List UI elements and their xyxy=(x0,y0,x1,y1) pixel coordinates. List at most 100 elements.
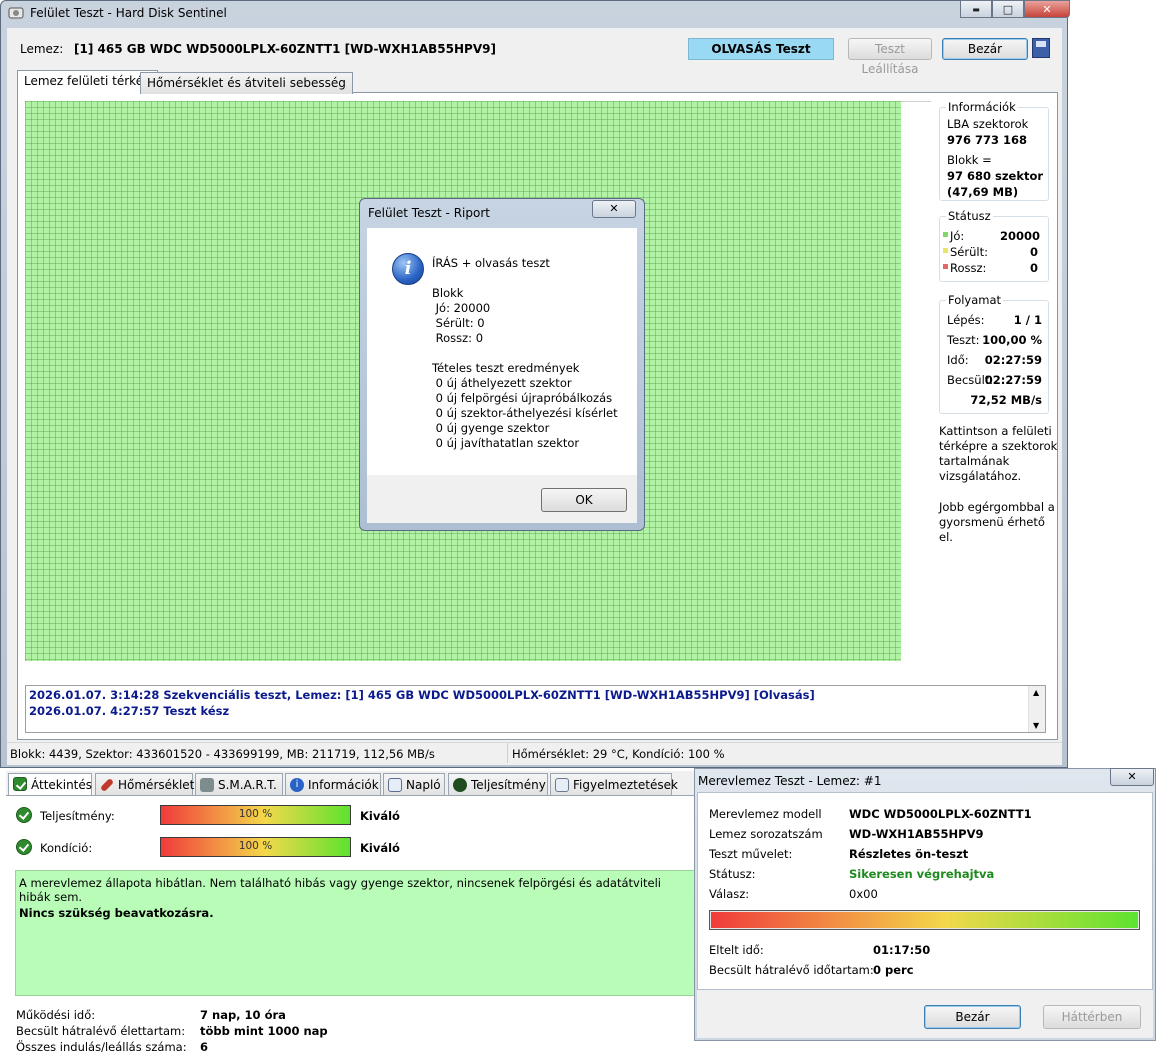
close-button[interactable]: ✕ xyxy=(1024,0,1070,18)
status-damaged-label: Sérült: xyxy=(950,245,988,259)
condition-rating: Kiváló xyxy=(360,841,400,855)
close-icon: ✕ xyxy=(1042,2,1052,16)
alert-document-icon xyxy=(555,778,569,792)
serial-value: WD-WXH1AB55HPV9 xyxy=(849,827,984,841)
health-message-box: A merevlemez állapota hibátlan. Nem talá… xyxy=(15,870,695,996)
condition-label: Kondíció: xyxy=(40,841,93,855)
maximize-button[interactable]: □ xyxy=(992,0,1024,18)
tab-performance[interactable]: Teljesítmény xyxy=(448,773,548,795)
status-bad-value: 0 xyxy=(1029,261,1038,275)
performance-rating: Kiváló xyxy=(360,809,400,823)
tab-surface-map[interactable]: Lemez felületi térkép xyxy=(17,70,158,94)
tab-smart[interactable]: S.M.A.R.T. xyxy=(195,773,283,795)
maximize-icon: □ xyxy=(1002,2,1014,16)
test-label: Teszt: xyxy=(947,333,980,347)
test-progress-fill xyxy=(711,912,1138,928)
hdd-test-title: Merevlemez Teszt - Lemez: #1 xyxy=(698,774,882,788)
health-message: A merevlemez állapota hibátlan. Nem talá… xyxy=(19,876,662,904)
tab-temperature-speed[interactable]: Hőmérséklet és átviteli sebesség xyxy=(140,72,353,94)
statusbar-block-info: Blokk: 4439, Szektor: 433601520 - 433699… xyxy=(10,747,435,761)
time-label: Idő: xyxy=(947,353,969,367)
lba-value: 976 773 168 xyxy=(947,133,1028,147)
tab-information[interactable]: i Információk xyxy=(285,773,381,795)
thermometer-icon xyxy=(99,777,115,793)
condition-percent: 100 % xyxy=(238,840,273,852)
report-result-line: 0 új felpörgési újrapróbálkozás xyxy=(432,391,613,405)
scroll-down-icon[interactable]: ▼ xyxy=(1033,721,1039,730)
lifetime-label: Becsült hátralévő élettartam: xyxy=(16,1024,186,1038)
close-test-button[interactable]: Bezár xyxy=(942,38,1028,60)
log-line: 2026.01.07. 3:14:28 Szekvenciális teszt,… xyxy=(29,688,815,702)
hint-click: Kattintson a felületi térképre a szektoro… xyxy=(939,424,1058,483)
performance-bar: 100 % xyxy=(160,805,351,825)
operation-label: Teszt művelet: xyxy=(709,847,793,861)
bad-color-icon xyxy=(943,264,948,269)
model-value: WDC WD5000LPLX-60ZNTT1 xyxy=(849,807,1032,821)
test-value: 100,00 % xyxy=(982,333,1042,347)
ok-button[interactable]: OK xyxy=(541,488,627,512)
check-icon xyxy=(16,807,32,823)
report-result-line: 0 új gyenge szektor xyxy=(432,421,550,435)
disk-label: Lemez: xyxy=(20,42,64,56)
status-groupbox-title: Státusz xyxy=(946,209,993,223)
report-dialog-title: Felület Teszt - Riport xyxy=(368,206,490,220)
close-icon: ✕ xyxy=(1127,770,1137,783)
response-label: Válasz: xyxy=(709,887,750,901)
tab-alerts[interactable]: Figyelmeztetések xyxy=(550,773,678,795)
check-icon xyxy=(13,777,27,791)
lba-label: LBA szektorok xyxy=(947,117,1029,131)
statusbar-temperature: Hőmérséklet: 29 °C, Kondíció: 100 % xyxy=(512,747,725,761)
hint-right-click: Jobb egérgombbal a gyorsmenü érhető el. xyxy=(939,500,1055,544)
status-good-value: 20000 xyxy=(1000,229,1041,243)
hdd-test-body xyxy=(697,792,1153,990)
report-result-title: Tételes teszt eredmények xyxy=(432,361,580,375)
status-bad-label: Rossz: xyxy=(950,261,987,275)
scroll-up-icon[interactable]: ▲ xyxy=(1033,688,1039,697)
speed-value: 72,52 MB/s xyxy=(970,393,1042,407)
condition-bar: 100 % xyxy=(160,837,351,857)
performance-label: Teljesítmény: xyxy=(40,809,115,823)
report-dialog-close-button[interactable]: ✕ xyxy=(592,200,636,218)
status-bar: Blokk: 4439, Szektor: 433601520 - 433699… xyxy=(7,742,1062,765)
report-block-title: Blokk xyxy=(432,286,464,300)
report-result-line: 0 új javíthatatlan szektor xyxy=(432,436,580,450)
elapsed-label: Eltelt idő: xyxy=(709,943,764,957)
window-title: Felület Teszt - Hard Disk Sentinel xyxy=(30,6,227,20)
uptime-label: Működési idő: xyxy=(16,1008,96,1022)
start-stop-label: Összes indulás/leállás száma: xyxy=(16,1040,187,1054)
start-stop-value: 6 xyxy=(200,1040,209,1054)
event-log[interactable]: 2026.01.07. 3:14:28 Szekvenciális teszt,… xyxy=(25,685,1046,733)
report-heading: ÍRÁS + olvasás teszt xyxy=(432,256,550,270)
remaining-value: 0 perc xyxy=(873,963,914,977)
lifetime-value: több mint 1000 nap xyxy=(200,1024,328,1038)
chip-icon xyxy=(200,778,214,792)
stop-test-button[interactable]: Teszt Leállítása xyxy=(848,38,932,76)
remaining-label: Becsült hátralévő időtartam: xyxy=(709,963,874,977)
good-color-icon xyxy=(943,232,948,237)
response-value: 0x00 xyxy=(849,887,878,901)
statusbar-divider xyxy=(507,743,508,763)
report-result-line: 0 új szektor-áthelyezési kísérlet xyxy=(432,406,618,420)
tab-overview[interactable]: Áttekintés xyxy=(8,773,92,795)
report-block-line: Sérült: 0 xyxy=(432,316,485,330)
test-mode-indicator: OLVASÁS Teszt xyxy=(688,38,834,60)
info-groupbox-title: Információk xyxy=(946,100,1018,114)
report-block-line: Rossz: 0 xyxy=(432,331,484,345)
check-icon xyxy=(16,839,32,855)
uptime-value: 7 nap, 10 óra xyxy=(200,1008,286,1022)
elapsed-value: 01:17:50 xyxy=(873,943,931,957)
background-button[interactable]: Háttérben xyxy=(1043,1005,1141,1029)
report-result-line: 0 új áthelyezett szektor xyxy=(432,376,572,390)
divider xyxy=(901,101,931,102)
close-icon: ✕ xyxy=(609,202,619,215)
log-scrollbar[interactable]: ▲ ▼ xyxy=(1028,686,1045,732)
save-icon[interactable] xyxy=(1032,38,1050,58)
minimize-button[interactable]: ▬ xyxy=(960,0,992,18)
tab-log[interactable]: Napló xyxy=(383,773,445,795)
report-block-line: Jó: 20000 xyxy=(432,301,491,315)
hdd-close-button[interactable]: Bezár xyxy=(924,1005,1021,1029)
serial-label: Lemez sorozatszám xyxy=(709,827,823,841)
tab-temperature[interactable]: Hőmérséklet xyxy=(95,773,194,795)
info-icon: i xyxy=(290,778,304,792)
hdd-test-close-button[interactable]: ✕ xyxy=(1110,768,1154,786)
